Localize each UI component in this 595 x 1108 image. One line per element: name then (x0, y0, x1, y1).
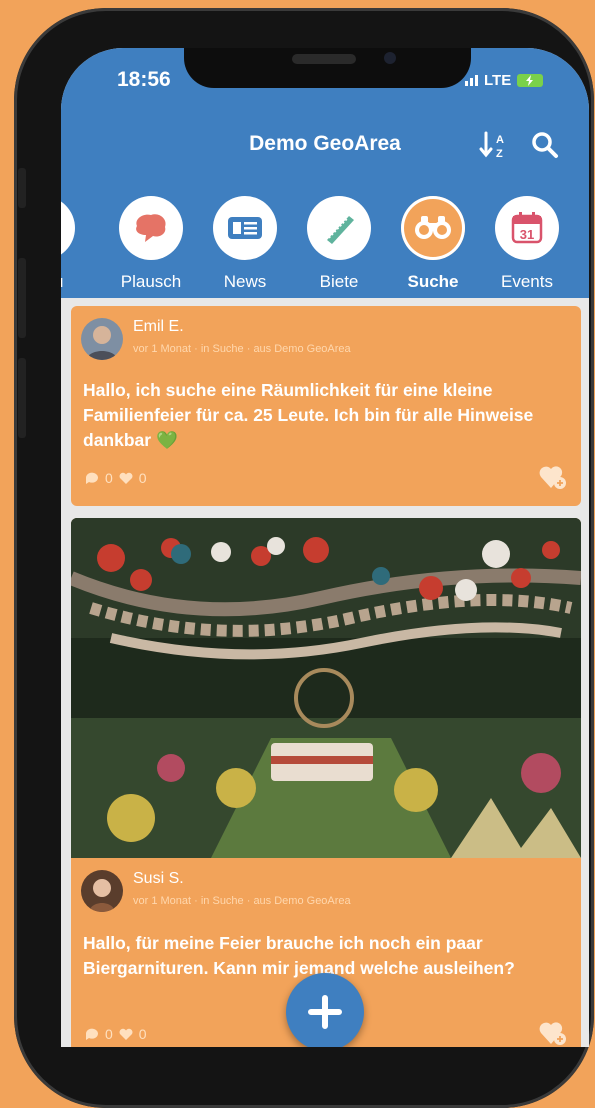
signal-icon (465, 75, 478, 86)
like-count: 0 (138, 470, 147, 486)
search-icon[interactable] (529, 130, 561, 160)
newspaper-icon (228, 217, 262, 239)
category-first[interactable]: u (61, 196, 90, 292)
status-indicators: LTE (465, 72, 544, 89)
category-circle (61, 196, 75, 260)
post-author[interactable]: Susi S. (133, 870, 184, 888)
category-circle (213, 196, 277, 260)
comment-count: 0 (105, 470, 113, 486)
category-circle (307, 196, 371, 260)
offer-tag-icon (327, 216, 354, 244)
avatar[interactable] (81, 318, 123, 360)
svg-text:A: A (496, 134, 504, 146)
category-bar: u Plausch (61, 196, 589, 291)
category-label: Biete (319, 272, 359, 291)
notch (184, 48, 471, 88)
category-circle (401, 196, 465, 260)
category-events[interactable]: 31 Events (480, 196, 574, 292)
speaker (292, 54, 356, 64)
post-card[interactable]: Susi S. vor 1 Monat · in Suche · aus Dem… (71, 518, 581, 1047)
avatar[interactable] (81, 870, 123, 912)
post-meta: vor 1 Monat · in Suche · aus Demo GeoAre… (133, 343, 351, 355)
plus-icon (308, 995, 342, 1029)
calendar-icon: 31 (511, 212, 543, 244)
post-meta: vor 1 Monat · in Suche · aus Demo GeoAre… (133, 895, 351, 907)
like-add-icon[interactable] (539, 1020, 567, 1046)
category-label: Events (501, 272, 553, 291)
post-author[interactable]: Emil E. (133, 318, 184, 336)
sort-az-icon[interactable]: A Z (479, 130, 511, 160)
post-card[interactable]: Emil E. vor 1 Monat · in Suche · aus Dem… (71, 306, 581, 506)
category-label: Suche (407, 272, 459, 291)
like-count: 0 (138, 1026, 147, 1042)
volume-down-button (18, 358, 26, 438)
post-text: Hallo, ich suche eine Räumlichkeit für e… (83, 380, 534, 450)
category-label: u (61, 272, 90, 292)
svg-text:Z: Z (496, 148, 503, 160)
add-post-button[interactable] (286, 973, 364, 1047)
comment-icon (85, 472, 98, 484)
category-label: Plausch (120, 272, 182, 291)
front-camera (384, 52, 396, 64)
post-stats: 0 0 (85, 1026, 147, 1042)
status-time: 18:56 (117, 68, 171, 91)
category-biete[interactable]: Biete (292, 196, 386, 292)
post-stats: 0 0 (85, 470, 147, 486)
binoculars-icon (415, 216, 451, 239)
chat-bubble-icon (136, 214, 166, 242)
category-circle: 31 (495, 196, 559, 260)
category-plausch[interactable]: Plausch (104, 196, 198, 292)
screen: 18:56 LTE Demo GeoArea A Z Plausch News … (61, 48, 589, 1047)
heart-icon (119, 472, 133, 484)
comment-count: 0 (105, 1026, 113, 1042)
category-suche[interactable]: Suche (386, 196, 480, 292)
mute-switch (18, 168, 26, 208)
category-news[interactable]: News (198, 196, 292, 292)
post-image[interactable] (71, 518, 581, 858)
phone-frame: 18:56 LTE Demo GeoArea A Z Plausch News … (14, 8, 594, 1108)
battery-charging-icon (517, 74, 544, 87)
like-add-icon[interactable] (539, 464, 567, 490)
volume-up-button (18, 258, 26, 338)
network-label: LTE (484, 72, 512, 89)
category-label: News (223, 272, 267, 291)
calendar-day: 31 (520, 227, 534, 242)
category-circle (119, 196, 183, 260)
